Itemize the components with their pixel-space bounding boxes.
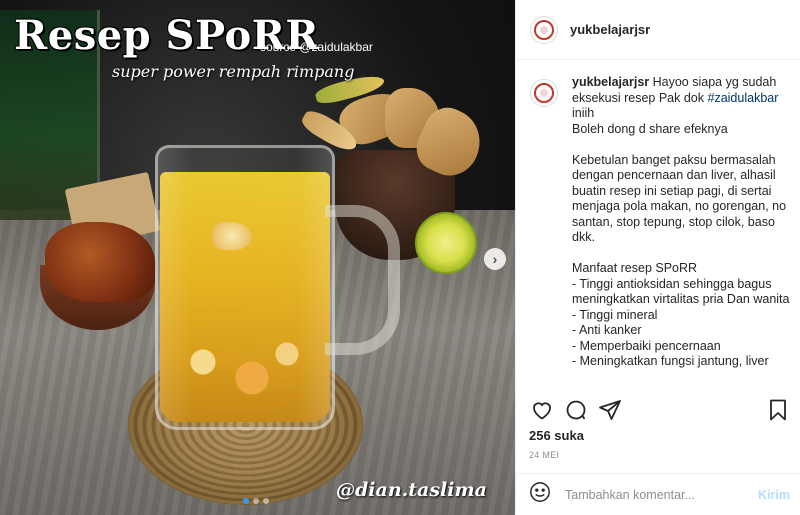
heart-icon (533, 402, 551, 420)
carousel-dot (263, 498, 269, 504)
profile-logo-icon (534, 19, 554, 40)
share-icon (599, 400, 621, 420)
comment-input[interactable] (565, 487, 759, 502)
post-header: yukbelajarjsr (516, 0, 800, 60)
caption: yukbelajarjsr Hayoo siapa yg sudah eksek… (530, 75, 790, 385)
carousel-next-button[interactable]: › (484, 248, 506, 270)
post-comment-button[interactable]: Kirim (758, 488, 790, 502)
action-bar (530, 398, 790, 422)
caption-username[interactable]: yukbelajarjsr (572, 75, 649, 89)
comment-icon (566, 400, 586, 420)
save-button[interactable] (766, 398, 790, 422)
photo-watermark: @dian.taslima (336, 479, 487, 501)
carousel-dot (243, 498, 249, 504)
palm-sugar (45, 222, 155, 302)
comment-button[interactable] (564, 398, 588, 422)
smiley-icon (530, 482, 550, 502)
mug-handle (325, 205, 400, 355)
avatar[interactable] (530, 15, 558, 44)
bookmark-icon (770, 399, 786, 421)
glass-mug (155, 145, 335, 430)
post-photo[interactable]: Resep SPoRR source @zaidulakbar super po… (0, 0, 515, 515)
caption-hashtag[interactable]: #zaidulakbar (708, 91, 779, 105)
caption-avatar[interactable] (530, 79, 558, 107)
photo-subtitle: super power rempah rimpang (112, 62, 355, 81)
carousel-dots (243, 498, 269, 504)
share-button[interactable] (598, 398, 622, 422)
header-username[interactable]: yukbelajarjsr (570, 22, 650, 37)
like-count[interactable]: 256 suka (529, 428, 584, 443)
comment-bar: Kirim (515, 473, 800, 515)
photo-source: source @zaidulakbar (260, 40, 373, 54)
carousel-dot (253, 498, 259, 504)
profile-logo-icon (534, 83, 554, 103)
post-date[interactable]: 24 MEI (529, 450, 559, 460)
emoji-button[interactable] (529, 481, 551, 508)
caption-text: yukbelajarjsr Hayoo siapa yg sudah eksek… (572, 75, 790, 385)
like-button[interactable] (530, 398, 554, 422)
chevron-right-icon: › (492, 251, 498, 267)
caption-body: iniih Boleh dong d share efeknya Kebetul… (572, 106, 790, 368)
lime-slice (415, 212, 477, 274)
instagram-post: Resep SPoRR source @zaidulakbar super po… (0, 0, 800, 515)
